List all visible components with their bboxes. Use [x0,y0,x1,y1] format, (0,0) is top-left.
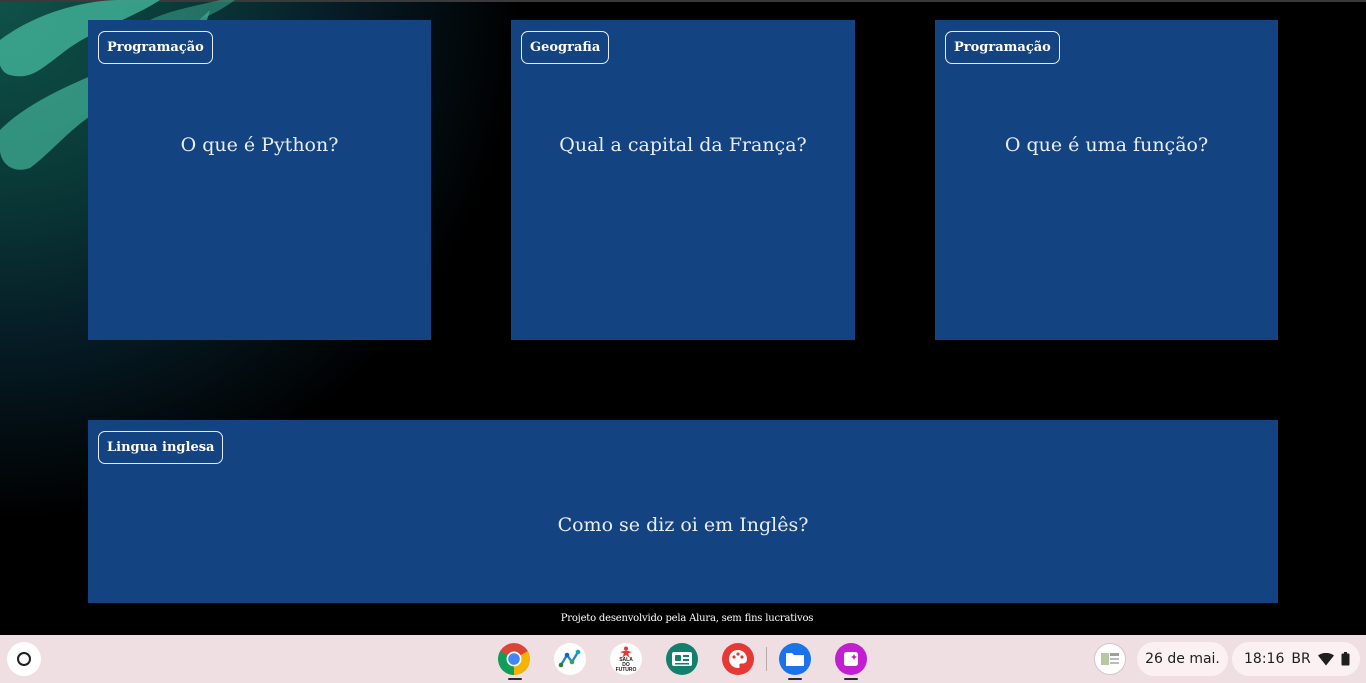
screencast-icon[interactable] [835,643,867,675]
card-question: O que é Python? [180,134,339,156]
battery-icon [1341,652,1350,666]
running-indicator [788,678,802,680]
card-question: Qual a capital da França? [559,134,807,156]
holding-space-thumbnail[interactable] [1094,643,1126,675]
category-tag[interactable]: Geografia [521,31,610,64]
classroom-glyph [672,652,692,666]
folder-glyph [786,653,804,666]
sala-do-futuro-label: SALA DO FUTURO [615,656,637,673]
status-tray[interactable]: 18:16 BR [1232,642,1360,676]
question-card[interactable]: Programação O que é uma função? [935,20,1278,340]
clock-text: 18:16 [1244,651,1285,667]
question-card[interactable]: Programação O que é Python? [88,20,431,340]
screen: Programação O que é Python? Geografia Qu… [0,0,1366,683]
question-card-wide[interactable]: Lingua inglesa Como se diz oi em Inglês? [88,420,1278,603]
sala-do-futuro-figure [620,646,632,658]
chrome-logo [498,643,530,675]
card-question: Como se diz oi em Inglês? [557,514,809,536]
launcher-icon [17,652,31,666]
network-app-icon[interactable] [554,643,586,675]
input-method-indicator: BR [1291,651,1311,667]
sala-do-futuro-icon[interactable]: SALA DO FUTURO [610,643,642,675]
screencast-glyph [844,652,858,666]
palette-glyph [729,650,747,668]
chrome-icon[interactable] [498,643,530,675]
card-question: O que é uma função? [1004,134,1209,156]
launcher-button[interactable] [7,642,41,676]
question-card[interactable]: Geografia Qual a capital da França? [511,20,855,340]
category-tag[interactable]: Lingua inglesa [98,431,224,464]
shelf-separator [766,647,767,671]
category-tag[interactable]: Programação [945,31,1060,64]
page-footer: Projeto desenvolvido pela Alura, sem fin… [8,603,1366,634]
canvas-paint-icon[interactable] [722,643,754,675]
footer-text: Projeto desenvolvido pela Alura, sem fin… [560,613,814,624]
thumbnail-glyph [1101,653,1119,665]
wifi-icon [1317,652,1334,665]
running-indicator [508,678,522,680]
date-text: 26 de mai. [1145,651,1220,667]
network-glyph [558,649,581,668]
files-icon[interactable] [779,643,811,675]
category-tag[interactable]: Programação [98,31,213,64]
classroom-app-icon[interactable] [666,643,698,675]
running-indicator [844,678,858,680]
date-tray[interactable]: 26 de mai. [1137,642,1228,676]
webpage: Programação O que é Python? Geografia Qu… [0,0,1366,635]
